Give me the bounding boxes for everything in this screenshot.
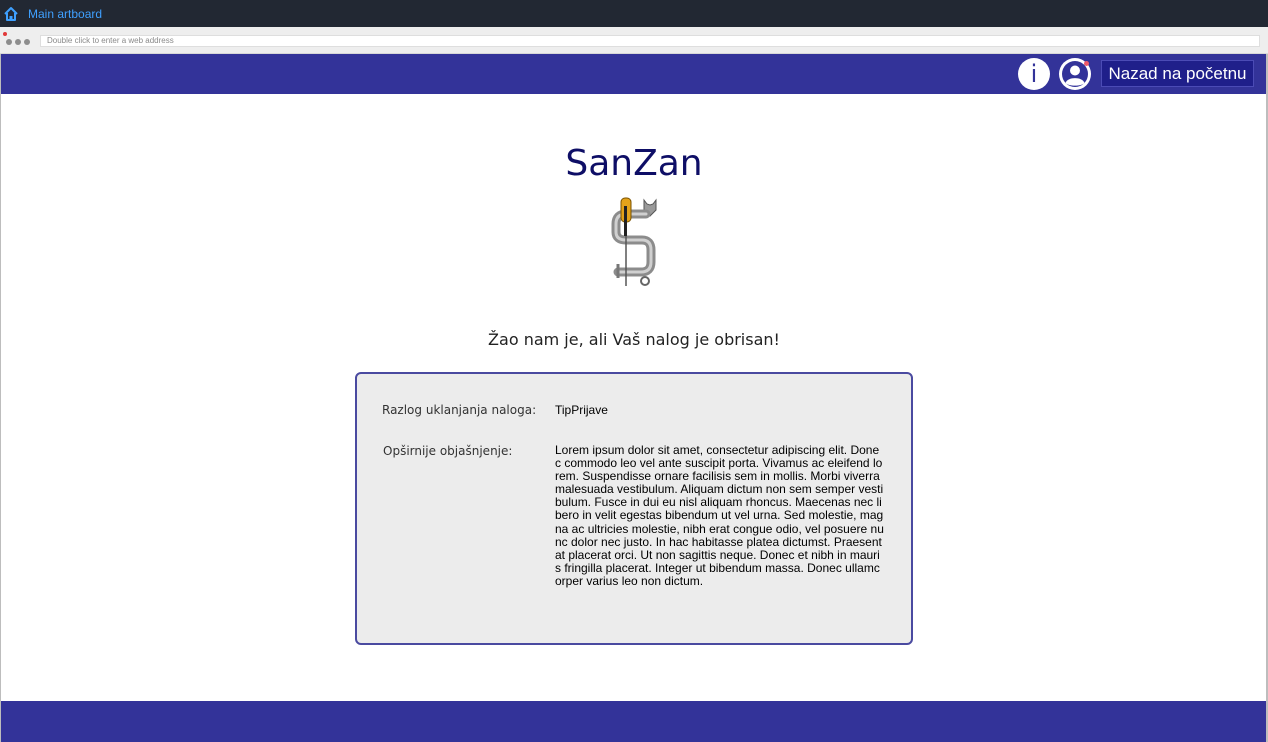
artboard-title[interactable]: Main artboard — [28, 7, 102, 21]
site-header: i Nazad na početnu — [1, 54, 1266, 94]
address-input[interactable]: Double click to enter a web address — [40, 35, 1260, 47]
site-footer — [1, 701, 1266, 742]
notification-badge — [1084, 61, 1089, 66]
detail-label: Opširnije objašnjenje: — [383, 444, 513, 458]
back-to-home-button[interactable]: Nazad na početnu — [1101, 60, 1254, 87]
notification-dot — [3, 32, 7, 36]
window-dot[interactable] — [24, 39, 30, 45]
account-deleted-message: Žao nam je, ali Vaš nalog je obrisan! — [488, 330, 780, 349]
window-controls — [6, 39, 30, 45]
app-toolbar: Main artboard — [0, 0, 1268, 27]
deletion-info-card: Razlog uklanjanja naloga: TipPrijave Opš… — [355, 372, 913, 645]
window-dot[interactable] — [6, 39, 12, 45]
reason-value: TipPrijave — [555, 403, 608, 417]
browser-address-bar: Double click to enter a web address — [0, 27, 1268, 54]
reason-label: Razlog uklanjanja naloga: — [382, 403, 537, 417]
info-icon: i — [1030, 60, 1038, 88]
window-dot[interactable] — [15, 39, 21, 45]
brand-title: SanZan — [565, 143, 703, 184]
home-icon[interactable] — [3, 6, 19, 22]
sanzan-logo — [611, 197, 657, 286]
profile-button[interactable] — [1059, 58, 1091, 90]
info-button[interactable]: i — [1018, 58, 1050, 90]
detail-value: Lorem ipsum dolor sit amet, consectetur … — [555, 443, 884, 588]
